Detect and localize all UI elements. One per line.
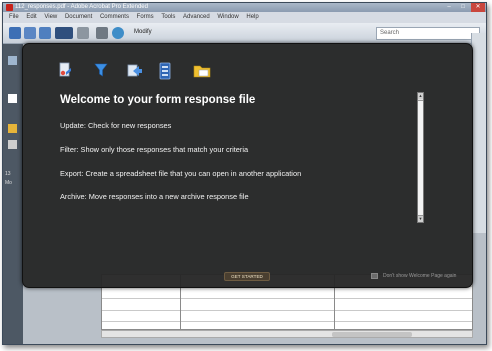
save-icon[interactable] [77,27,89,39]
horizontal-scrollbar[interactable] [101,330,473,338]
scrollbar-thumb[interactable] [332,332,412,337]
menu-advanced[interactable]: Advanced [183,14,210,20]
table-row-divider [102,310,472,311]
close-button[interactable]: ✕ [471,3,485,12]
update-description: Update: Check for new responses [60,121,172,130]
nav-text-2: Mo [5,180,12,186]
menu-document[interactable]: Document [65,14,92,20]
menu-window[interactable]: Window [217,14,238,20]
scroll-down-arrow-icon[interactable]: ▼ [418,216,423,222]
archive-description: Archive: Move responses into a new archi… [60,192,249,201]
window-title: 112_responses.pdf - Adobe Acrobat Pro Ex… [15,4,148,10]
menu-view[interactable]: View [44,14,57,20]
export-description: Export: Create a spreadsheet file that y… [60,169,302,178]
acrobat-app-icon [6,4,13,11]
maximize-button[interactable]: □ [456,3,470,12]
table-row-divider [102,321,472,322]
title-bar: 112_responses.pdf - Adobe Acrobat Pro Ex… [3,3,486,12]
share-icon[interactable] [112,27,124,39]
home-icon[interactable] [9,27,21,39]
print-icon[interactable] [96,27,108,39]
archive-icon[interactable] [159,62,171,80]
collaborate-icon[interactable] [55,27,73,39]
nav-text-1: 13 [5,171,11,177]
menu-file[interactable]: File [9,14,19,20]
welcome-scrollbar[interactable]: ▲ ▼ [417,92,424,223]
welcome-overlay: Welcome to your form response file Updat… [22,43,473,288]
menu-comments[interactable]: Comments [100,14,129,20]
update-icon[interactable] [59,62,73,78]
dont-show-label: Don't show Welcome Page again [383,273,457,279]
navigation-pane: 13 Mo [3,44,23,344]
filter-icon[interactable] [94,62,108,78]
toolbar: Modify Search [3,23,486,44]
folder-icon[interactable] [8,124,17,133]
dont-show-checkbox[interactable] [371,273,378,279]
menu-tools[interactable]: Tools [161,14,175,20]
table-row-divider [102,298,472,299]
modify-menu-button[interactable]: Modify [134,29,152,35]
menu-help[interactable]: Help [246,14,258,20]
combine-icon[interactable] [39,27,51,39]
acrobat-window: 112_responses.pdf - Adobe Acrobat Pro Ex… [2,2,487,345]
export-icon[interactable] [127,62,143,78]
menu-forms[interactable]: Forms [137,14,154,20]
filter-description: Filter: Show only those responses that m… [60,145,249,154]
get-started-button[interactable]: GET STARTED [224,272,270,281]
search-input[interactable]: Search [376,27,480,40]
folder-icon[interactable] [193,63,211,78]
create-icon[interactable] [24,27,36,39]
right-panel-strip [471,33,486,233]
scroll-up-arrow-icon[interactable]: ▲ [418,93,423,99]
scrollbar-thumb[interactable] [418,100,423,216]
minimize-button[interactable]: – [442,3,456,12]
menu-bar: File Edit View Document Comments Forms T… [3,12,486,23]
comments-icon[interactable] [8,140,17,149]
welcome-title: Welcome to your form response file [60,94,256,106]
attachments-icon[interactable] [8,94,17,103]
pages-icon[interactable] [8,56,17,65]
menu-edit[interactable]: Edit [26,14,36,20]
